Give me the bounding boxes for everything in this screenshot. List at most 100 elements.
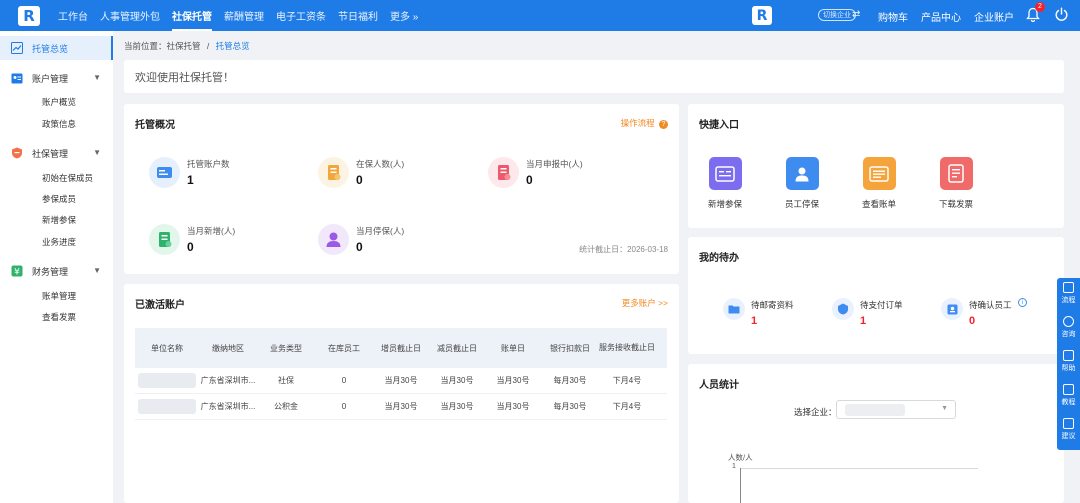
chevron-down-icon: ▼ [93,73,101,82]
stat-insured-people: 在保人数(人) 0 [318,157,478,197]
sidebar-item-policy-info[interactable]: 政策信息 [42,118,76,130]
enterprise-account-link[interactable]: 企业账户 [974,9,1014,24]
staff-statistics-title: 人员统计 [699,380,739,391]
table-header-cell: 账单日 [501,343,525,353]
welcome-banner: 欢迎使用社保托管！ [124,60,1064,93]
todo-count: 1 [751,315,758,327]
stat-value: 0 [356,240,363,254]
sidebar-item-new-insurance[interactable]: 新增参保 [42,214,76,226]
table-header-cell: 减员截止日 [437,343,477,353]
float-flow-button[interactable]: 流程 [1057,282,1080,305]
sidebar-item-overview[interactable]: 托管总览 [0,36,113,60]
sidebar-group-account[interactable]: 账户管理 ▼ [0,66,113,90]
float-consult-button[interactable]: 咨询 [1057,316,1080,339]
info-icon[interactable]: i [1018,298,1027,307]
stats-date-note: 统计截止日：2026-03-18 [579,245,668,254]
help-circle-icon: ? [659,120,668,129]
center-logo-icon[interactable]: R [752,6,772,25]
edit-icon [1063,418,1074,429]
switch-arrows-icon[interactable]: ⇄ [852,9,860,20]
table-row[interactable]: 广东省深圳市... 公积金 0 当月30号 当月30号 当月30号 每月30号 下月4号 [135,394,667,420]
float-label: 建议 [1061,433,1076,440]
table-header-cell: 在库员工 [328,343,360,353]
chevron-down-icon: ▼ [93,148,101,157]
top-navbar: R 工作台 人事管理外包 社保托管 薪酬管理 电子工资条 节日福利 更多 » [0,0,1080,31]
sidebar-item-account-overview[interactable]: 账户概览 [42,96,76,108]
table-cell [135,399,199,414]
quick-entry-label: 下载发票 [938,199,973,209]
select-company-label: 选择企业： [794,407,837,417]
table-row[interactable]: 广东省深圳市... 社保 0 当月30号 当月30号 当月30号 每月30号 下月4号 [135,368,667,394]
stat-declaring-month: 当月申报中(人) 0 [488,157,648,197]
operation-flow-link[interactable]: 操作流程 ? [621,117,668,129]
stat-value: 1 [187,173,194,187]
sidebar-item-business-progress[interactable]: 业务进度 [42,236,76,248]
nav-item[interactable]: 更多 » [384,0,424,31]
nav-item[interactable]: 薪酬管理 [218,0,270,31]
insured-doc-icon [318,157,349,188]
help-icon [1063,350,1074,361]
table-cell: 下月4号 [612,376,642,385]
quick-new-insurance[interactable]: 新增参保 [695,157,755,210]
todo-pending-payment[interactable]: 待支付订单 1 [832,298,932,338]
todo-label: 待支付订单 [860,300,903,310]
shield-icon [11,147,23,159]
folder-icon [723,298,745,320]
power-icon[interactable] [1054,7,1069,22]
float-suggest-button[interactable]: 建议 [1057,418,1080,441]
company-select[interactable]: ▼ [836,400,956,419]
payment-icon [832,298,854,320]
stat-stopped-month: 当月停保(人) 0 [318,224,478,264]
sidebar-item-view-invoice[interactable]: 查看发票 [42,311,76,323]
my-todo-card: 我的待办 待邮寄资料 1 待支付订单 1 待确认员工 i 0 [688,237,1064,354]
table-cell: 每月30号 [553,402,587,411]
nav-item[interactable]: 电子工资条 [270,0,332,31]
nav-item[interactable]: 工作台 [52,0,94,31]
sidebar-group-social-insurance[interactable]: 社保管理 ▼ [0,141,113,165]
sidebar-item-bill-management[interactable]: 账单管理 [42,290,76,302]
flow-icon [1063,282,1074,293]
table-header-cell: 业务类型 [270,343,302,353]
float-tutorial-button[interactable]: 教程 [1057,384,1080,407]
float-help-button[interactable]: 帮助 [1057,350,1080,373]
table-cell: 当月30号 [440,376,474,385]
table-cell: 社保 [278,376,294,385]
switch-company-badge[interactable]: 切换企业 [818,9,856,21]
breadcrumb-parent[interactable]: 当前位置：社保托管 [124,41,201,51]
quick-download-invoice[interactable]: 下载发票 [926,157,986,210]
todo-mail-documents[interactable]: 待邮寄资料 1 [723,298,823,338]
stat-label: 当月申报中(人) [526,159,583,169]
my-todo-title: 我的待办 [699,253,739,264]
nav-item[interactable]: 社保托管 [166,0,218,31]
bill-icon [862,157,896,190]
product-center-link[interactable]: 产品中心 [921,9,961,24]
chart-y-axis [740,468,741,503]
breadcrumb-separator: / [206,41,210,51]
sidebar-group-label: 账户管理 [32,73,69,84]
float-label: 咨询 [1061,331,1076,338]
trend-chart-icon [11,42,23,54]
stat-value: 0 [526,173,533,187]
breadcrumb: 当前位置：社保托管 / 托管总览 [124,40,250,52]
sidebar-group-label: 社保管理 [32,148,69,159]
more-accounts-link[interactable]: 更多账户 >> [622,297,668,309]
table-header-cell: 服务接收截止日 [599,343,655,352]
float-label: 帮助 [1061,365,1076,372]
table-cell: 下月4号 [612,402,642,411]
sidebar-item-insured-members[interactable]: 参保成员 [42,193,76,205]
nav-item[interactable]: 人事管理外包 [94,0,166,31]
sidebar-item-initial-members[interactable]: 初始在保成员 [42,172,93,184]
sidebar-group-finance[interactable]: ¥ 财务管理 ▼ [0,259,113,283]
sidebar-group-label: 财务管理 [32,266,69,277]
cart-link[interactable]: 购物车 [878,9,908,24]
quick-view-bill[interactable]: 查看账单 [849,157,909,210]
table-header-cell: 银行扣款日 [550,343,590,353]
quick-stop-insurance[interactable]: 员工停保 [772,157,832,210]
nav-item[interactable]: 节日福利 [332,0,384,31]
overview-card: 托管概况 操作流程 ? 托管账户数 1 在保人数(人) 0 当月申报中(人) 0… [124,104,679,274]
finance-yen-icon: ¥ [11,265,23,277]
quick-entry-card: 快捷入口 新增参保 员工停保 查看账单 下载发票 [688,104,1064,228]
app-logo[interactable]: R [18,5,40,26]
todo-confirm-staff[interactable]: 待确认员工 i 0 [941,298,1041,338]
breadcrumb-current: 托管总览 [215,41,250,51]
